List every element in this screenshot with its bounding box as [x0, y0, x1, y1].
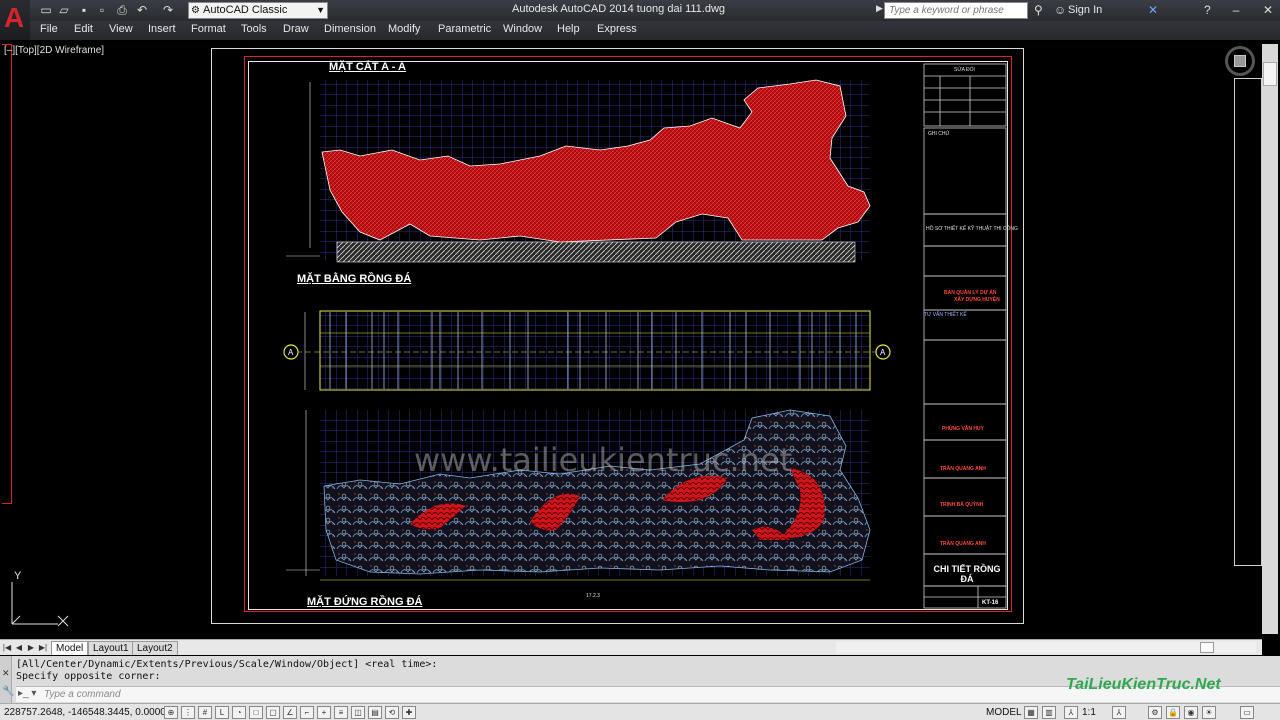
plan-rect: [319, 310, 871, 391]
grid-display-icon[interactable]: #: [198, 706, 212, 719]
ortho-mode-icon[interactable]: L: [215, 706, 229, 719]
annotation-visibility-icon[interactable]: ⅄: [1112, 706, 1126, 719]
last-tab-icon[interactable]: ▶|: [38, 642, 48, 654]
tab-layout1[interactable]: Layout1: [88, 641, 134, 655]
annotation-monitor-icon[interactable]: ✚: [402, 706, 416, 719]
brand-watermark: TaiLieuKienTruc.Net: [1066, 676, 1221, 693]
clean-screen-icon[interactable]: ▭: [1240, 706, 1254, 719]
section-marker-label-left: A: [288, 348, 294, 357]
wrench-icon[interactable]: 🔧: [2, 686, 14, 697]
snap-mode-icon[interactable]: ⋮: [181, 706, 195, 719]
plan-title: MẶT BẰNG RỒNG ĐÁ: [297, 273, 412, 285]
horizontal-scroll-thumb[interactable]: [1200, 642, 1214, 653]
client-line-1: BAN QUẢN LÝ DỰ ÁN: [944, 290, 997, 296]
infer-constraints-icon[interactable]: ⊕: [164, 706, 178, 719]
drawing-title: CHI TIẾT RỒNG ĐÁ: [933, 564, 1001, 584]
next-tab-icon[interactable]: ▶: [26, 642, 36, 654]
transparency-icon[interactable]: ◫: [351, 706, 365, 719]
isolate-objects-icon[interactable]: ☀: [1202, 706, 1216, 719]
quick-view-layouts-icon[interactable]: ▦: [1024, 706, 1038, 719]
signatory-1: PHÙNG VĂN HUY: [942, 426, 984, 432]
status-bar: 228757.2648, -146548.3445, 0.0000 ⊕ ⋮ # …: [0, 703, 1280, 720]
first-tab-icon[interactable]: |◀: [2, 642, 12, 654]
command-history-line: Specify opposite corner:: [16, 671, 161, 682]
title-block-lines: [923, 63, 1007, 609]
signatory-3: TRỊNH BÁ QUỲNH: [940, 502, 984, 508]
layout-tabs-bar: |◀ ◀ ▶ ▶| Model Layout1 Layout2: [0, 639, 1262, 655]
tab-layout2[interactable]: Layout2: [132, 641, 178, 655]
hardware-acceleration-icon[interactable]: ◉: [1184, 706, 1198, 719]
dynamic-input-icon[interactable]: +: [317, 706, 331, 719]
command-history: [All/Center/Dynamic/Extents/Previous/Sca…: [16, 659, 437, 683]
site-watermark: www.tailieukientruc.net: [414, 441, 793, 479]
command-placeholder: Type a command: [44, 689, 121, 700]
design-stage: HỒ SƠ THIẾT KẾ KỸ THUẬT THI CÔNG: [926, 226, 1018, 232]
client-line-2: XÂY DỰNG HUYỆN: [954, 297, 1000, 303]
section-marker-label-right: A: [880, 348, 886, 357]
consultant-label: TƯ VẤN THIẾT KẾ: [924, 312, 967, 318]
object-snap-tracking-icon[interactable]: ∠: [283, 706, 297, 719]
quick-properties-icon[interactable]: ▤: [368, 706, 382, 719]
tab-model[interactable]: Model: [51, 641, 89, 655]
quick-view-drawings-icon[interactable]: ▥: [1042, 706, 1056, 719]
section-title-aa: MẶT CẮT A - A: [329, 61, 406, 73]
signatory-2: TRẦN QUANG ANH: [940, 466, 986, 472]
polar-tracking-icon[interactable]: ◔: [232, 706, 246, 719]
annotation-scale-value[interactable]: 1:1: [1082, 707, 1096, 718]
drawing-canvas[interactable]: A A: [0, 0, 1280, 720]
sheet-number: KT-16: [982, 600, 999, 606]
command-prompt-icon[interactable]: ▸_ ▾: [18, 688, 36, 699]
signatory-4: TRẦN QUANG ANH: [940, 541, 986, 547]
revision-header: SỬA ĐỔI: [954, 67, 975, 73]
annotation-scale-icon[interactable]: ⅄: [1064, 706, 1078, 719]
workspace-switch-icon[interactable]: ⚙: [1148, 706, 1162, 719]
horizontal-scrollbar[interactable]: [836, 642, 1256, 653]
selection-cycling-icon[interactable]: ⟲: [385, 706, 399, 719]
elevation-title: MẶT ĐỨNG RỒNG ĐÁ: [307, 596, 423, 608]
command-history-line: [All/Center/Dynamic/Extents/Previous/Sca…: [16, 659, 438, 670]
lineweight-icon[interactable]: ≡: [334, 706, 348, 719]
dynamic-ucs-icon[interactable]: ⌐: [300, 706, 314, 719]
object-snap-icon[interactable]: □: [249, 706, 263, 719]
coordinate-readout[interactable]: 228757.2648, -146548.3445, 0.0000: [4, 707, 166, 718]
base-hatch: [336, 241, 856, 263]
ucs-y-label: Y: [14, 570, 22, 582]
lock-icon[interactable]: 🔒: [1166, 706, 1180, 719]
model-space-toggle[interactable]: MODEL: [986, 707, 1022, 718]
close-icon[interactable]: ✕: [2, 668, 10, 679]
notes-label: GHI CHÚ: [928, 131, 950, 137]
prev-tab-icon[interactable]: ◀: [14, 642, 24, 654]
3d-object-snap-icon[interactable]: ▢: [266, 706, 280, 719]
overall-dimension: 17.2.3: [586, 593, 600, 599]
